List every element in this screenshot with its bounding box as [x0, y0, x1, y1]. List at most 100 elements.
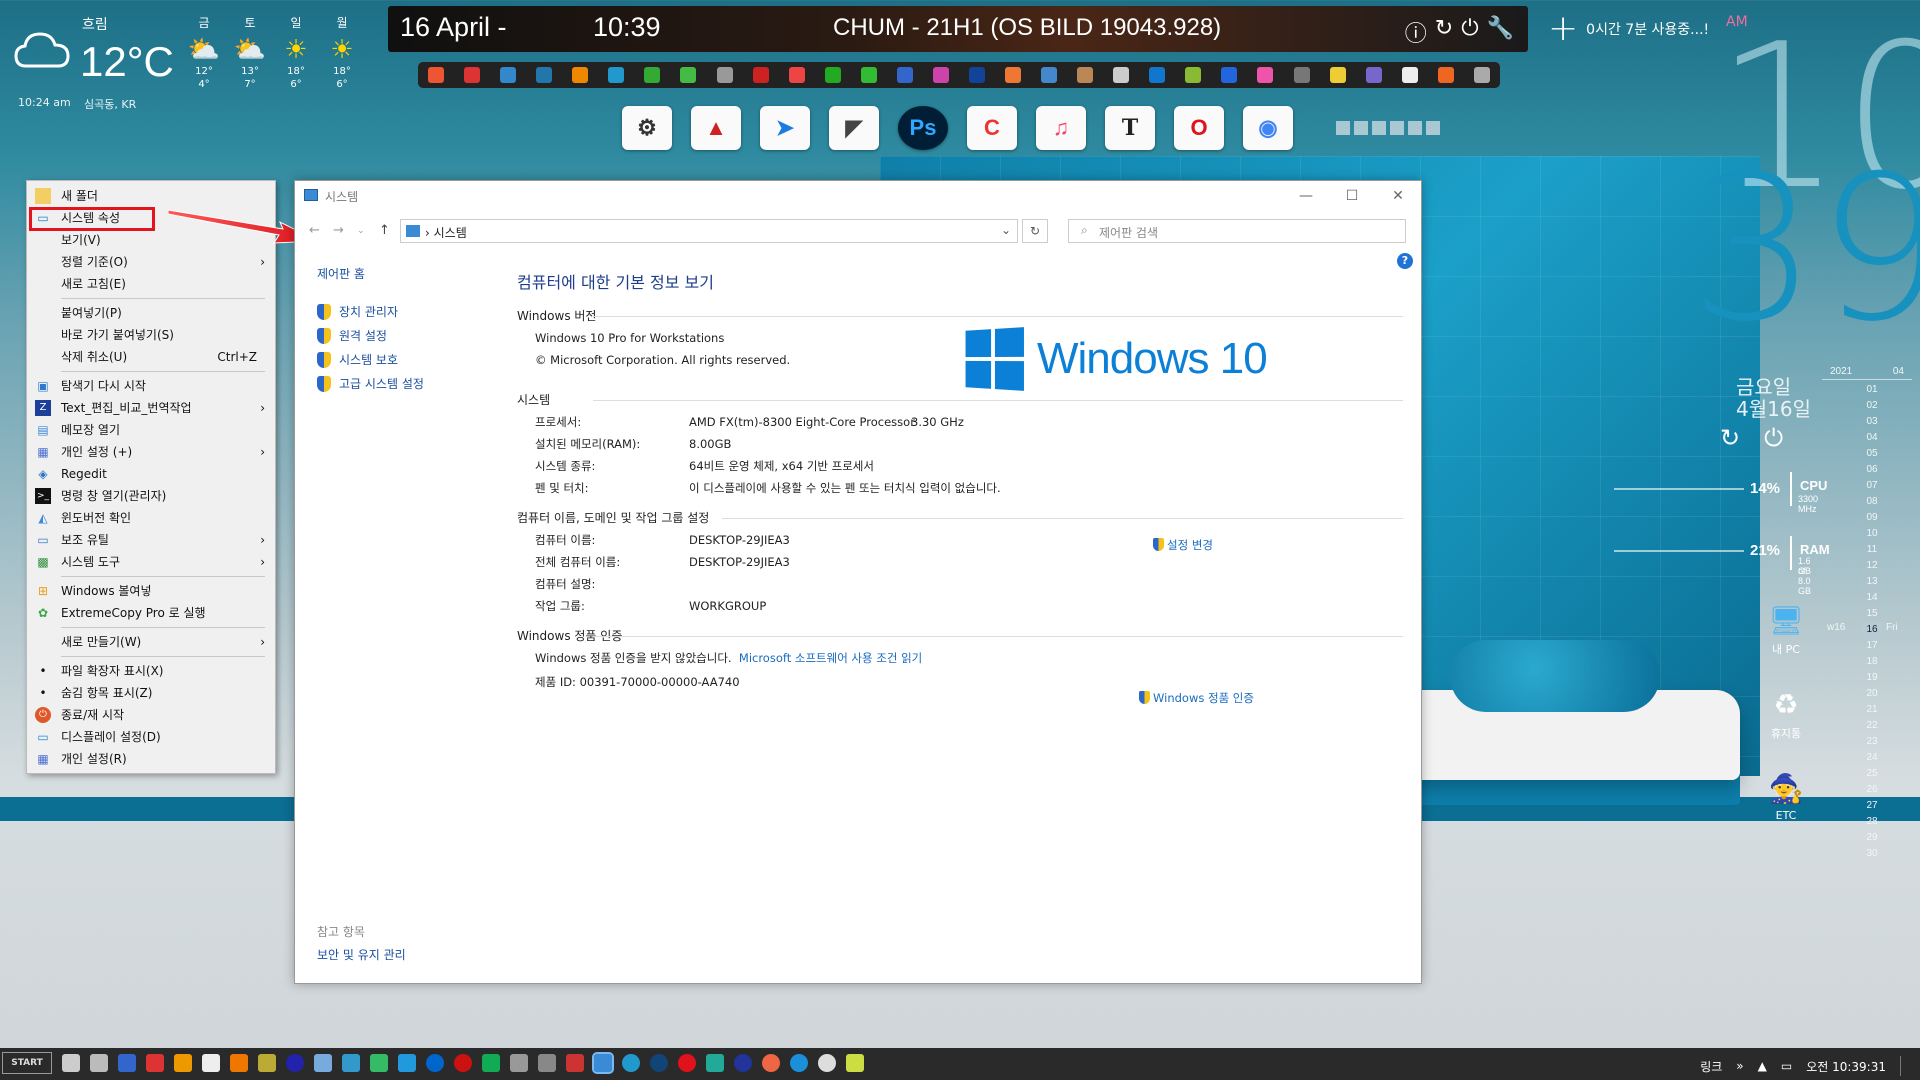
edge-icon[interactable] [790, 1054, 808, 1072]
advanced-system-settings-link[interactable]: 고급 시스템 설정 [317, 372, 424, 396]
taskbar-app-icon[interactable] [146, 1054, 164, 1072]
dock-pager[interactable] [1336, 121, 1440, 135]
taskbar-app-icon[interactable] [846, 1054, 864, 1072]
forward-arrow-icon[interactable]: → [333, 223, 344, 238]
minimize-button[interactable]: — [1283, 181, 1329, 211]
back-arrow-icon[interactable]: ← [309, 223, 320, 238]
app-icon[interactable] [1185, 67, 1202, 83]
task-view-icon[interactable] [62, 1054, 80, 1072]
app-icon[interactable] [932, 67, 949, 83]
firefox-icon[interactable] [762, 1054, 780, 1072]
app-icon[interactable] [572, 67, 589, 83]
window-titlebar[interactable]: 시스템 — ☐ ✕ [295, 181, 1421, 211]
app-icon[interactable] [1005, 67, 1021, 83]
app-icon[interactable] [500, 67, 517, 83]
refresh-button[interactable]: ↻ [1022, 219, 1048, 243]
plus-icon[interactable]: + [1548, 11, 1578, 47]
taskbar-app-icon[interactable] [538, 1054, 556, 1072]
opera-icon[interactable] [678, 1054, 696, 1072]
app-icon[interactable] [428, 67, 444, 83]
menu-item-display-settings[interactable]: ▭ 디스플레이 설정(D) [27, 726, 275, 748]
app-icon[interactable] [536, 67, 553, 83]
address-bar[interactable]: › 시스템 ⌄ [400, 219, 1018, 243]
menu-item-new-folder[interactable]: 새 폴더 [27, 185, 275, 207]
taskbar-app-icon[interactable] [566, 1054, 584, 1072]
wrench-icon[interactable]: 🔧 [1487, 16, 1514, 48]
taskbar-app-icon[interactable] [706, 1054, 724, 1072]
taskbar-app-icon[interactable] [734, 1054, 752, 1072]
app-icon[interactable] [1437, 67, 1454, 83]
menu-item-text-edit[interactable]: Z Text_편집_비교_번역작업 › [27, 397, 275, 419]
power-icon[interactable]: ⏻ [1461, 16, 1478, 48]
taskbar-app-icon[interactable] [286, 1054, 304, 1072]
app-icon[interactable] [1473, 67, 1490, 83]
close-button[interactable]: ✕ [1375, 181, 1421, 211]
menu-item-refresh[interactable]: 새로 고침(E) [27, 273, 275, 295]
app-icon[interactable] [824, 67, 841, 83]
chevron-double-right-icon[interactable]: » [1736, 1059, 1743, 1073]
app-icon[interactable] [608, 67, 625, 83]
menu-item-personalize-plus[interactable]: ▦ 개인 설정 (+) › [27, 441, 275, 463]
taskbar-app-icon[interactable] [650, 1054, 668, 1072]
app-icon[interactable] [788, 67, 805, 83]
network-icon[interactable]: ▭ [1781, 1059, 1792, 1073]
app-icon[interactable] [1041, 67, 1058, 83]
maximize-button[interactable]: ☐ [1329, 181, 1375, 211]
power-info-icon[interactable]: ⓘ [1405, 16, 1427, 48]
restart-icon[interactable]: ↻ [1435, 16, 1453, 48]
app-icon[interactable] [1113, 67, 1130, 83]
dock-app-icon[interactable]: ⚙ [622, 106, 672, 150]
app-icon[interactable] [644, 67, 661, 83]
show-desktop-button[interactable] [1900, 1056, 1906, 1076]
menu-item-winver[interactable]: ◭ 윈도버전 확인 [27, 507, 275, 529]
security-maintenance-link[interactable]: 보안 및 유지 관리 [317, 946, 406, 963]
menu-item-shutdown-restart[interactable]: ⏻ 종료/재 시작 [27, 704, 275, 726]
app-icon[interactable] [968, 67, 985, 83]
menu-item-notepad[interactable]: ▤ 메모장 열기 [27, 419, 275, 441]
menu-item-regedit[interactable]: ◈ Regedit [27, 463, 275, 485]
taskbar-app-icon[interactable] [342, 1054, 360, 1072]
restart-icon[interactable]: ↻ [1720, 424, 1740, 452]
app-icon[interactable] [896, 67, 913, 83]
taskbar-app-icon[interactable] [818, 1054, 836, 1072]
app-icon[interactable] [1257, 67, 1274, 83]
menu-item-paste[interactable]: 붙여넣기(P) [27, 302, 275, 324]
start-button[interactable]: START [2, 1052, 52, 1074]
taskbar-app-icon[interactable] [454, 1054, 472, 1072]
taskbar-app-icon[interactable] [258, 1054, 276, 1072]
app-icon[interactable] [1401, 67, 1418, 83]
photoshop-icon[interactable]: Ps [898, 106, 948, 150]
taskbar-clock[interactable]: 오전 10:39:31 [1806, 1058, 1886, 1075]
recent-dropdown-icon[interactable]: ⌄ [357, 226, 365, 236]
app-icon[interactable] [860, 67, 877, 83]
opera-icon[interactable]: O [1174, 106, 1224, 150]
taskbar-app-icon[interactable] [174, 1054, 192, 1072]
chrome-icon[interactable]: ◉ [1243, 106, 1293, 150]
links-toolbar[interactable]: 링크 [1700, 1058, 1722, 1075]
app-icon[interactable] [1149, 67, 1166, 83]
menu-item-windows-paste[interactable]: ⊞ Windows 볼여넣 [27, 580, 275, 602]
app-icon[interactable] [1329, 67, 1346, 83]
typora-icon[interactable]: T [1105, 106, 1155, 150]
app-icon[interactable] [1293, 67, 1310, 83]
taskbar-app-icon[interactable] [118, 1054, 136, 1072]
menu-item-personalize[interactable]: ▦ 개인 설정(R) [27, 748, 275, 770]
taskbar-app-icon[interactable] [426, 1054, 444, 1072]
search-box[interactable]: ⌕ 제어판 검색 [1068, 219, 1406, 243]
music-icon[interactable]: ♫ [1036, 106, 1086, 150]
taskbar-app-icon[interactable] [510, 1054, 528, 1072]
dock-app-icon[interactable]: C [967, 106, 1017, 150]
device-manager-link[interactable]: 장치 관리자 [317, 300, 424, 324]
chevron-down-icon[interactable]: ⌄ [1001, 223, 1011, 237]
taskbar-app-icon[interactable] [398, 1054, 416, 1072]
app-icon[interactable] [680, 67, 697, 83]
taskbar-app-icon[interactable] [482, 1054, 500, 1072]
taskbar-app-icon-active[interactable] [592, 1052, 614, 1074]
menu-item-system-tools[interactable]: ▩ 시스템 도구 › [27, 551, 275, 573]
control-panel-home-link[interactable]: 제어판 홈 [317, 265, 424, 282]
taskbar-app-icon[interactable] [314, 1054, 332, 1072]
app-icon[interactable] [464, 67, 481, 83]
remote-settings-link[interactable]: 원격 설정 [317, 324, 424, 348]
gear-icon[interactable] [90, 1054, 108, 1072]
system-protection-link[interactable]: 시스템 보호 [317, 348, 424, 372]
